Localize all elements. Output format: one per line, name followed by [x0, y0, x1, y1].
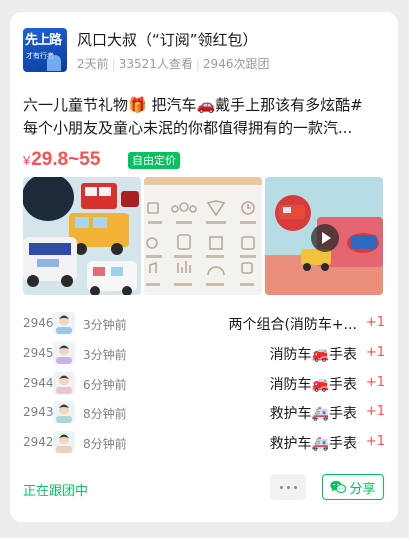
order-time: 3分钟前 — [83, 318, 127, 332]
product-image-1[interactable] — [23, 177, 141, 295]
following-status: 正在跟团中 — [23, 484, 89, 499]
wechat-icon — [330, 480, 347, 494]
buyer-avatar[interactable] — [53, 341, 75, 364]
meta-divider: | — [195, 57, 200, 71]
post-header: 先上路 才有行者 风口大叔（“订阅”领红包） 2天前 | 33521人查看 | 2946… — [23, 28, 383, 74]
order-number: 2943 — [23, 405, 54, 420]
buyer-avatar[interactable] — [53, 312, 75, 334]
price: ¥29.8~55 — [23, 149, 100, 170]
order-time: 8分钟前 — [83, 437, 127, 452]
post-meta: 2天前 | 33521人查看 | 2946次跟团 — [77, 55, 269, 72]
order-row[interactable]: 2945 3分钟前 消防车🚒手表 +1 — [23, 340, 385, 370]
order-row[interactable]: 2942 8分钟前 救护车🚑手表 +1 — [23, 429, 385, 459]
follow-count: 2946次跟团 — [202, 57, 270, 71]
share-label: 分享 — [349, 481, 376, 497]
share-button[interactable]: 分享 — [322, 474, 384, 500]
order-number: 2944 — [23, 375, 54, 390]
more-dots-icon — [279, 485, 283, 489]
group-buy-card[interactable]: 先上路 才有行者 风口大叔（“订阅”领红包） 2天前 | 33521人查看 | 2946… — [10, 12, 398, 522]
order-item: 消防车🚒手表 — [269, 346, 357, 363]
order-quantity: +1 — [365, 434, 385, 450]
description-line-2: 每个小朋友及童心未泯的你都值得拥有的一款汽... — [23, 119, 353, 137]
order-row[interactable]: 2944 6分钟前 消防车🚒手表 +1 — [23, 370, 385, 400]
buyer-avatar[interactable] — [53, 431, 75, 454]
order-number: 2945 — [23, 345, 54, 360]
order-number: 2946 — [23, 316, 54, 330]
author-avatar[interactable]: 先上路 才有行者 — [23, 28, 67, 72]
order-item: 救护车🚑手表 — [269, 436, 357, 453]
product-image-2[interactable] — [144, 177, 262, 295]
order-item: 两个组合(消防车+... — [228, 317, 357, 333]
author-name[interactable]: 风口大叔（“订阅”领红包） — [77, 29, 258, 50]
play-icon[interactable] — [311, 224, 339, 252]
order-quantity: +1 — [365, 315, 385, 330]
product-video-thumbnail[interactable] — [265, 177, 383, 295]
order-quantity: +1 — [365, 404, 385, 420]
post-description[interactable]: 六一儿童节礼物🎁 把汽车🚗戴手上那该有多炫酷# 每个小朋友及童心未泯的你都值得拥… — [23, 94, 387, 140]
post-time: 2天前 — [77, 57, 109, 71]
logo-figure-icon — [47, 55, 61, 71]
order-row[interactable]: 2946 3分钟前 两个组合(消防车+... +1 — [23, 310, 385, 340]
buyer-avatar[interactable] — [53, 371, 75, 394]
price-row: ¥29.8~55 自由定价 — [23, 149, 180, 173]
meta-divider: | — [111, 57, 116, 71]
view-count: 33521人查看 — [118, 57, 193, 71]
order-time: 6分钟前 — [83, 377, 127, 392]
order-item: 救护车🚑手表 — [269, 406, 357, 423]
price-range: 29.8~55 — [31, 149, 101, 170]
pricing-tag: 自由定价 — [128, 152, 180, 169]
currency-symbol: ¥ — [23, 153, 31, 168]
description-line-1: 六一儿童节礼物🎁 把汽车🚗戴手上那该有多炫酷# — [23, 96, 363, 114]
order-quantity: +1 — [365, 374, 385, 390]
order-number: 2942 — [23, 435, 54, 450]
order-row[interactable]: 2943 8分钟前 救护车🚑手表 +1 — [23, 399, 385, 429]
order-quantity: +1 — [365, 344, 385, 360]
more-button[interactable] — [270, 474, 306, 500]
order-item: 消防车🚒手表 — [269, 376, 357, 393]
order-time: 3分钟前 — [83, 347, 127, 362]
order-time: 8分钟前 — [83, 407, 127, 422]
buyer-avatar[interactable] — [53, 401, 75, 424]
logo-text-main: 先上路 — [25, 33, 62, 48]
product-images — [23, 177, 383, 295]
